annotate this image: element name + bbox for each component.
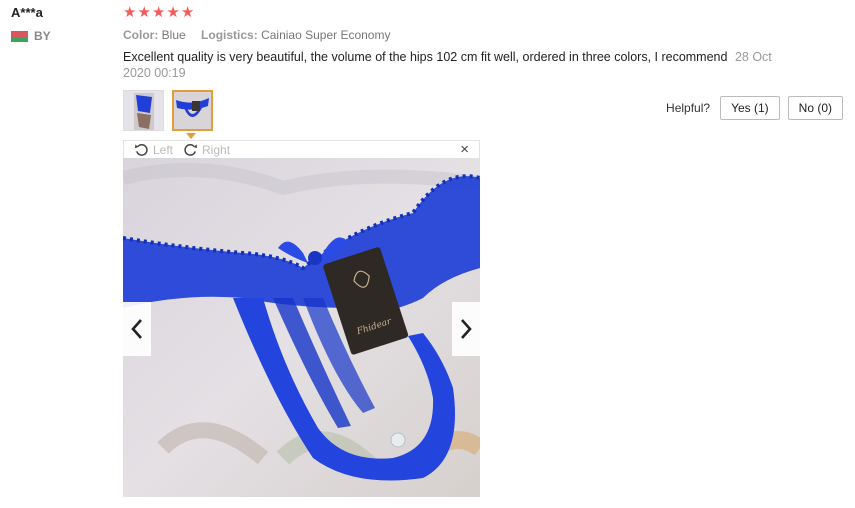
selected-thumbnail-indicator — [186, 133, 196, 139]
rotate-left-icon — [134, 144, 148, 156]
review-body: Excellent quality is very beautiful, the… — [123, 49, 783, 81]
star-icon: ★ — [123, 4, 137, 21]
review-text: Excellent quality is very beautiful, the… — [123, 50, 728, 64]
previous-photo-button[interactable] — [123, 302, 151, 356]
reviewer-country: BY — [11, 29, 51, 43]
next-photo-button[interactable] — [452, 302, 480, 356]
review-photo-image: Fhidear — [123, 158, 480, 497]
star-icon: ★ — [151, 4, 166, 21]
chevron-right-icon — [461, 319, 472, 339]
chevron-left-icon — [131, 319, 142, 339]
color-label: Color: — [123, 28, 159, 42]
review-photo-thumbnail-2[interactable] — [172, 90, 213, 131]
belarus-flag-icon — [11, 30, 28, 42]
rotate-left-button[interactable]: Left — [134, 142, 173, 157]
logistics-value: Cainiao Super Economy — [261, 28, 391, 42]
order-attributes: Color: Blue Logistics: Cainiao Super Eco… — [123, 28, 390, 42]
helpful-no-button[interactable]: No (0) — [787, 96, 843, 120]
close-viewer-button[interactable]: × — [460, 141, 469, 159]
star-icon: ★ — [137, 4, 151, 21]
rotate-right-label: Right — [202, 142, 231, 157]
helpful-votes: Helpful? Yes (1) No (0) — [666, 96, 843, 120]
rotate-right-button[interactable]: Right — [183, 142, 230, 157]
reviewer-name: A***a — [11, 5, 43, 20]
country-code: BY — [34, 29, 51, 43]
helpful-label: Helpful? — [666, 101, 711, 115]
star-icon: ★ — [180, 4, 195, 21]
rotate-right-icon — [184, 144, 198, 156]
review-photo-thumbnail-1[interactable] — [123, 90, 164, 131]
star-icon: ★ — [166, 4, 180, 21]
color-value: Blue — [161, 28, 186, 42]
thumbnail-1-image — [124, 91, 163, 130]
rotate-left-label: Left — [153, 142, 174, 157]
thumbnail-2-image — [174, 92, 211, 129]
photo-viewer-toolbar: Left Right × — [123, 140, 480, 158]
logistics-label: Logistics: — [201, 28, 258, 42]
star-rating: ★ ★ ★ ★ ★ — [123, 5, 194, 21]
review-photo: Fhidear — [123, 158, 480, 497]
helpful-yes-button[interactable]: Yes (1) — [720, 96, 780, 120]
photo-viewer: Left Right × Fhidear — [123, 140, 480, 497]
